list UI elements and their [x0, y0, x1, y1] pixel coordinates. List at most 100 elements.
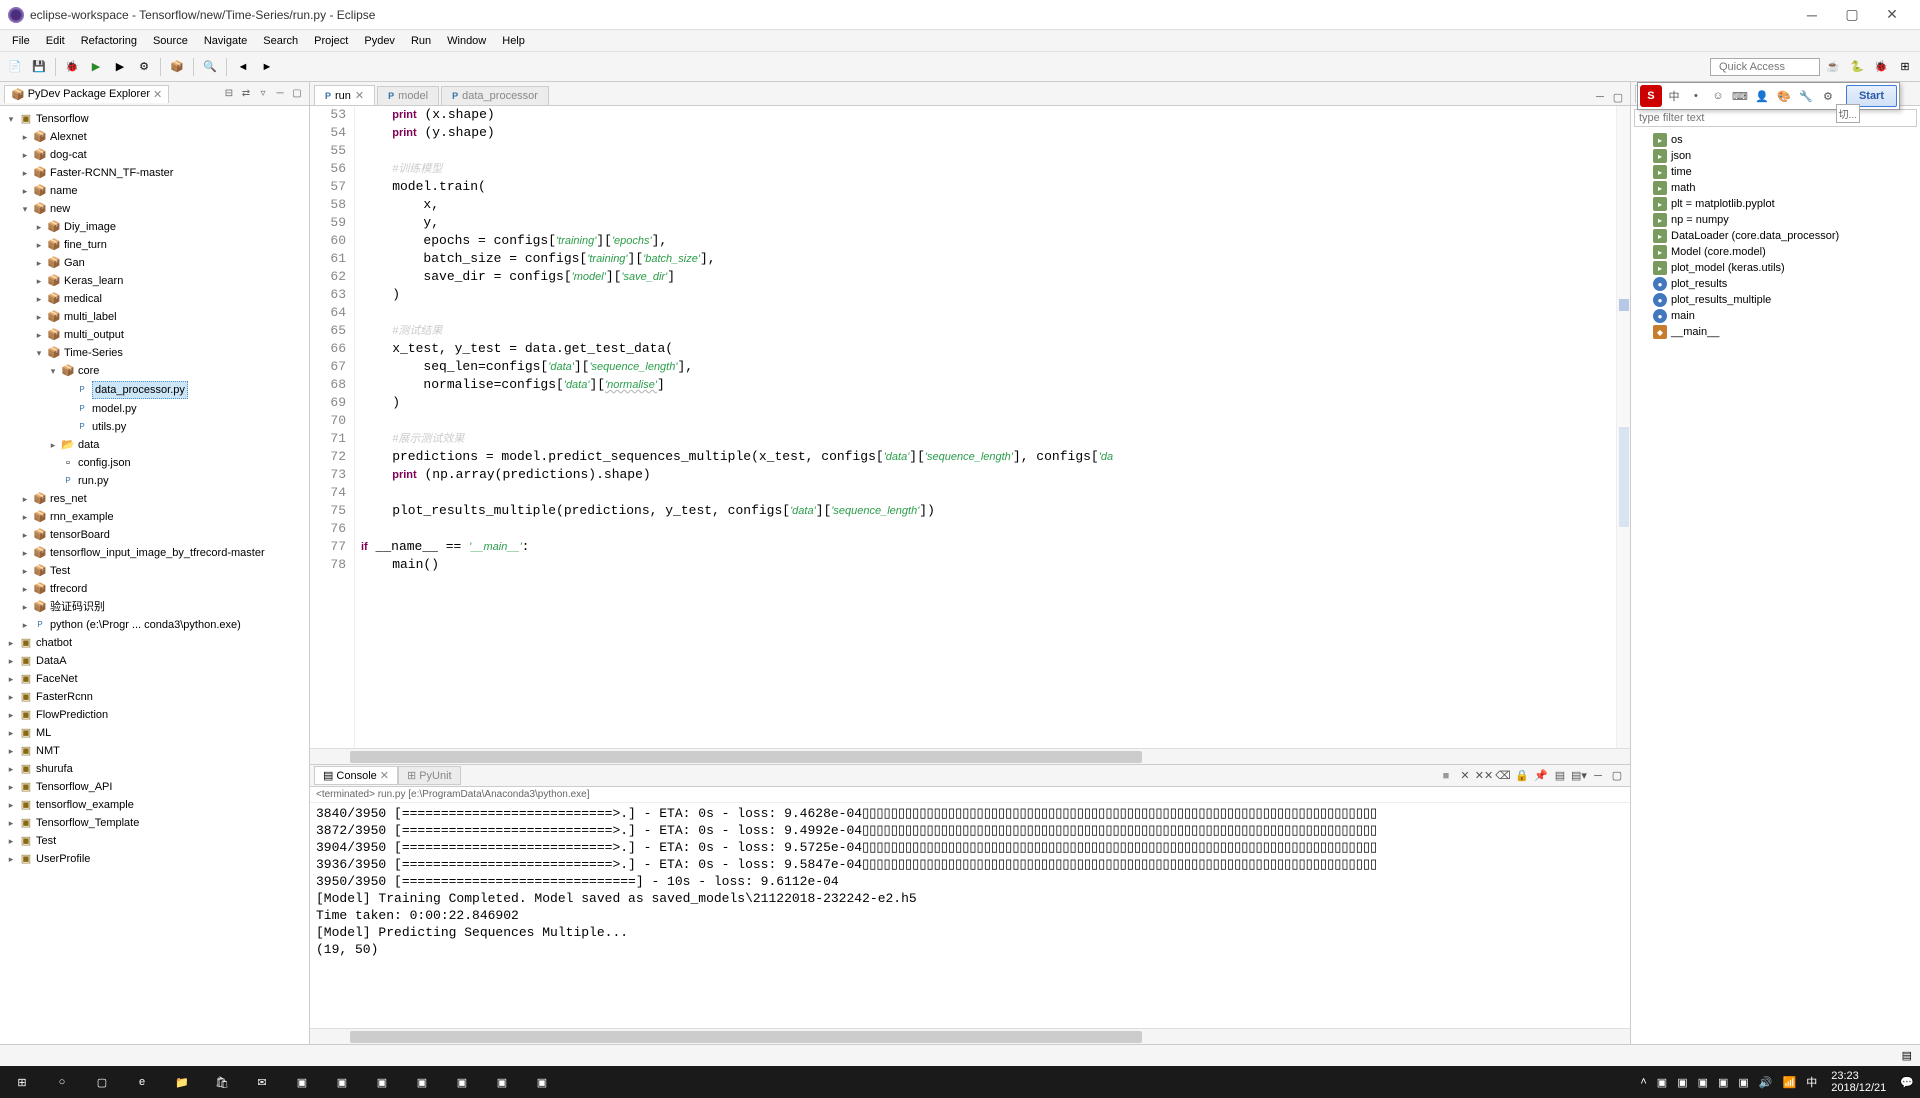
taskview-button[interactable]: ▢ [82, 1067, 122, 1097]
tray-up-icon[interactable]: ˄ [1636, 1076, 1650, 1088]
pin-console-icon[interactable]: 📌 [1532, 767, 1550, 785]
minimize-icon[interactable]: ─ [1592, 89, 1608, 105]
explorer-button[interactable]: 📁 [162, 1067, 202, 1097]
close-icon[interactable]: ✕ [355, 89, 364, 102]
app3-button[interactable]: ▣ [362, 1067, 402, 1097]
outline-item[interactable]: ▸plt = matplotlib.pyplot [1631, 196, 1920, 212]
tree-node[interactable]: ▸📂data [0, 436, 309, 454]
tree-node[interactable]: ▸📦Faster-RCNN_TF-master [0, 164, 309, 182]
outline-item[interactable]: ▸plot_model (keras.utils) [1631, 260, 1920, 276]
tree-node[interactable]: ▸▣tensorflow_example [0, 796, 309, 814]
tray-icon[interactable]: ▣ [1694, 1076, 1712, 1089]
menu-refactoring[interactable]: Refactoring [73, 33, 145, 49]
tree-node[interactable]: ▸📦tfrecord [0, 580, 309, 598]
app4-button[interactable]: ▣ [402, 1067, 442, 1097]
app6-button[interactable]: ▣ [482, 1067, 522, 1097]
run-button[interactable]: ▶ [85, 56, 107, 78]
save-button[interactable]: 💾 [28, 56, 50, 78]
outline-item[interactable]: ▸time [1631, 164, 1920, 180]
maximize-icon[interactable]: ▢ [1608, 767, 1626, 785]
tree-node[interactable]: ▸📦Keras_learn [0, 272, 309, 290]
tree-node[interactable]: ▸▣Tensorflow_API [0, 778, 309, 796]
new-module[interactable]: 📦 [166, 56, 188, 78]
ime-keyboard-icon[interactable]: ⌨ [1730, 86, 1750, 106]
maximize-button[interactable]: ▢ [1832, 1, 1872, 29]
tree-node[interactable]: ▸▣FaceNet [0, 670, 309, 688]
tree-node[interactable]: ▸▣UserProfile [0, 850, 309, 868]
tree-node[interactable]: ▸▣NMT [0, 742, 309, 760]
tree-node[interactable]: ▸▣Test [0, 832, 309, 850]
ime-emoji-icon[interactable]: ☺ [1708, 86, 1728, 106]
maximize-icon[interactable]: ▢ [289, 86, 305, 102]
mail-button[interactable]: ✉ [242, 1067, 282, 1097]
tree-node[interactable]: ▸📦dog-cat [0, 146, 309, 164]
tray-icon[interactable]: ▣ [1714, 1076, 1732, 1089]
ime-user-icon[interactable]: 👤 [1752, 86, 1772, 106]
menu-navigate[interactable]: Navigate [196, 33, 255, 49]
tree-node[interactable]: ▸▣DataA [0, 652, 309, 670]
tray-wifi-icon[interactable]: 📶 [1779, 1076, 1801, 1089]
clear-console-icon[interactable]: ⌫ [1494, 767, 1512, 785]
perspective-open[interactable]: ⊞ [1894, 56, 1916, 78]
tray-icon[interactable]: ▣ [1653, 1076, 1671, 1089]
tree-node[interactable]: ▫config.json [0, 454, 309, 472]
remove-all-icon[interactable]: ✕✕ [1475, 767, 1493, 785]
outline-item[interactable]: ●main [1631, 308, 1920, 324]
app5-button[interactable]: ▣ [442, 1067, 482, 1097]
nav-fwd[interactable]: ► [256, 56, 278, 78]
menu-pydev[interactable]: Pydev [356, 33, 403, 49]
editor-tab-model[interactable]: Pmodel [377, 86, 439, 105]
tray-icon[interactable]: ▣ [1673, 1076, 1691, 1089]
outline-item[interactable]: ▸math [1631, 180, 1920, 196]
external-tools[interactable]: ⚙ [133, 56, 155, 78]
tray-clock[interactable]: 23:232018/12/21 [1823, 1070, 1894, 1094]
outline-item[interactable]: ●plot_results_multiple [1631, 292, 1920, 308]
outline-item[interactable]: ▸DataLoader (core.data_processor) [1631, 228, 1920, 244]
tree-node[interactable]: ▸▣ML [0, 724, 309, 742]
close-icon[interactable]: ✕ [153, 88, 162, 101]
minimize-icon[interactable]: ─ [1589, 767, 1607, 785]
tray-notifications-icon[interactable]: 💬 [1896, 1076, 1918, 1089]
tree-node[interactable]: ▸▣chatbot [0, 634, 309, 652]
code-editor[interactable]: print (x.shape) print (y.shape) #训练模型 mo… [355, 106, 1616, 748]
edge-button[interactable]: e [122, 1067, 162, 1097]
console-hscroll[interactable] [310, 1028, 1630, 1044]
ime-skin-icon[interactable]: 🎨 [1774, 86, 1794, 106]
tree-node[interactable]: ▸📦res_net [0, 490, 309, 508]
app7-button[interactable]: ▣ [522, 1067, 562, 1097]
tree-node[interactable]: ▸📦Diy_image [0, 218, 309, 236]
tree-node[interactable]: ▸📦验证码识别 [0, 598, 309, 616]
close-button[interactable]: ✕ [1872, 1, 1912, 29]
ime-punct-icon[interactable]: • [1686, 86, 1706, 106]
tree-node[interactable]: ▾▣Tensorflow [0, 110, 309, 128]
menu-file[interactable]: File [4, 33, 38, 49]
outline-filter-input[interactable] [1634, 109, 1917, 127]
tray-ime-icon[interactable]: 中 [1802, 1074, 1821, 1090]
tree-node[interactable]: ▸▣FlowPrediction [0, 706, 309, 724]
tree-node[interactable]: ▸📦rnn_example [0, 508, 309, 526]
tree-node[interactable]: ▸📦name [0, 182, 309, 200]
search-button[interactable]: ○ [42, 1067, 82, 1097]
console-output[interactable]: 3840/3950 [===========================>.… [310, 803, 1630, 1028]
tree-node[interactable]: Pdata_processor.py [0, 380, 309, 400]
outline-item[interactable]: ●plot_results [1631, 276, 1920, 292]
menu-search[interactable]: Search [255, 33, 306, 49]
package-explorer-tab[interactable]: 📦 PyDev Package Explorer ✕ [4, 85, 169, 103]
console-tab[interactable]: ▤Console✕ [314, 766, 398, 785]
tree-node[interactable]: ▸▣FasterRcnn [0, 688, 309, 706]
close-icon[interactable]: ✕ [380, 769, 389, 782]
editor-tab-run[interactable]: Prun✕ [314, 85, 375, 105]
search-button[interactable]: 🔍 [199, 56, 221, 78]
tree-node[interactable]: ▸📦medical [0, 290, 309, 308]
perspective-pydev[interactable]: 🐍 [1846, 56, 1868, 78]
debug-button[interactable]: 🐞 [61, 56, 83, 78]
tree-node[interactable]: Putils.py [0, 418, 309, 436]
tree-node[interactable]: ▸Ppython (e:\Progr ... conda3\python.exe… [0, 616, 309, 634]
tree-node[interactable]: ▸📦tensorBoard [0, 526, 309, 544]
outline-item[interactable]: ▸Model (core.model) [1631, 244, 1920, 260]
terminate-icon[interactable]: ■ [1437, 767, 1455, 785]
maximize-icon[interactable]: ▢ [1610, 89, 1626, 105]
pyunit-tab[interactable]: ⊞PyUnit [398, 766, 461, 785]
outline-item[interactable]: ◆__main__ [1631, 324, 1920, 340]
ime-tool-icon[interactable]: 🔧 [1796, 86, 1816, 106]
